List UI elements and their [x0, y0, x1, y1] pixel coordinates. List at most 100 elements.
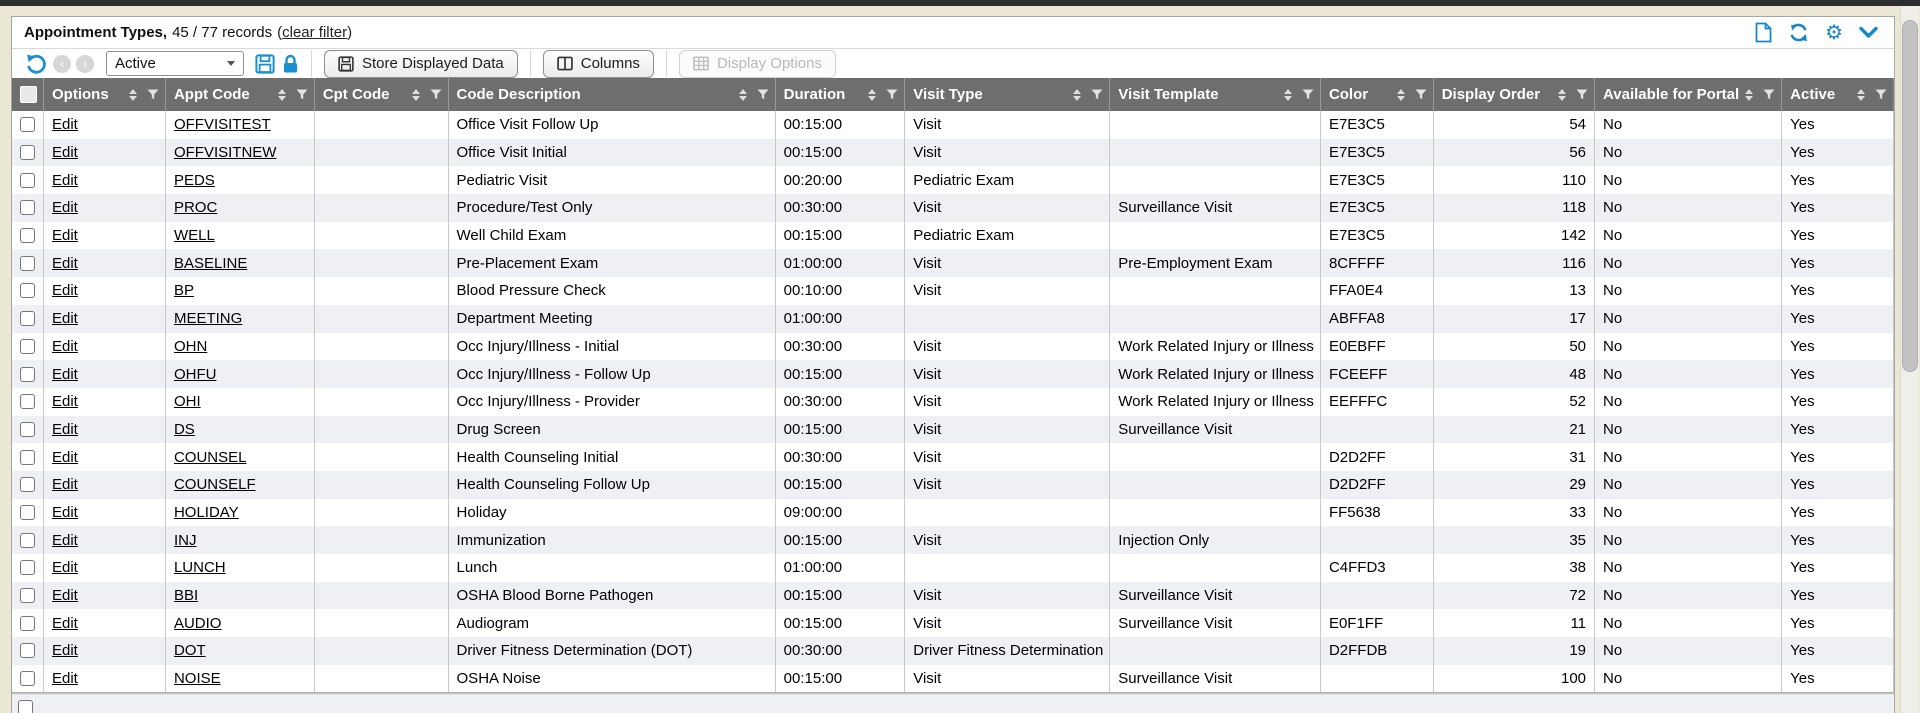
sort-icon[interactable]: [1558, 89, 1566, 101]
row-checkbox[interactable]: [20, 394, 35, 409]
row-checkbox[interactable]: [18, 700, 33, 713]
appt-code-link[interactable]: BBI: [174, 587, 198, 604]
filter-funnel-icon[interactable]: [1415, 89, 1427, 100]
edit-link[interactable]: Edit: [52, 532, 78, 549]
sort-icon[interactable]: [278, 89, 286, 101]
clear-filter-link[interactable]: clear filter: [282, 24, 347, 41]
refresh-icon[interactable]: [1788, 22, 1809, 43]
sort-icon[interactable]: [412, 89, 420, 101]
column-header-description[interactable]: Code Description: [448, 78, 775, 111]
edit-link[interactable]: Edit: [52, 144, 78, 161]
edit-link[interactable]: Edit: [52, 366, 78, 383]
row-checkbox[interactable]: [20, 450, 35, 465]
column-header-visit_type[interactable]: Visit Type: [905, 78, 1110, 111]
row-checkbox[interactable]: [20, 671, 35, 686]
sort-icon[interactable]: [1284, 89, 1292, 101]
appt-code-link[interactable]: NOISE: [174, 670, 221, 687]
filter-funnel-icon[interactable]: [757, 89, 769, 100]
appt-code-link[interactable]: DS: [174, 421, 195, 438]
appt-code-link[interactable]: BP: [174, 282, 194, 299]
filter-funnel-icon[interactable]: [1302, 89, 1314, 100]
appt-code-link[interactable]: LUNCH: [174, 559, 226, 576]
appt-code-link[interactable]: PEDS: [174, 172, 215, 189]
sort-icon[interactable]: [1857, 89, 1865, 101]
column-header-cpt_code[interactable]: Cpt Code: [314, 78, 448, 111]
sort-icon[interactable]: [1397, 89, 1405, 101]
row-checkbox[interactable]: [20, 145, 35, 160]
store-displayed-data-button[interactable]: Store Displayed Data: [324, 50, 518, 78]
sort-icon[interactable]: [1073, 89, 1081, 101]
previous-page-button[interactable]: ‹: [53, 55, 71, 73]
row-checkbox[interactable]: [20, 283, 35, 298]
appt-code-link[interactable]: PROC: [174, 199, 217, 216]
column-header-visit_template[interactable]: Visit Template: [1110, 78, 1321, 111]
edit-link[interactable]: Edit: [52, 172, 78, 189]
settings-gear-icon[interactable]: ⚙: [1825, 23, 1843, 43]
edit-link[interactable]: Edit: [52, 587, 78, 604]
appt-code-link[interactable]: OHFU: [174, 366, 217, 383]
view-filter-dropdown[interactable]: Active: [106, 51, 244, 76]
row-checkbox[interactable]: [20, 588, 35, 603]
row-checkbox[interactable]: [20, 616, 35, 631]
edit-link[interactable]: Edit: [52, 227, 78, 244]
columns-button[interactable]: Columns: [543, 50, 654, 78]
select-all-header[interactable]: [12, 78, 44, 111]
edit-link[interactable]: Edit: [52, 504, 78, 521]
edit-link[interactable]: Edit: [52, 559, 78, 576]
row-checkbox[interactable]: [20, 200, 35, 215]
sort-icon[interactable]: [1745, 89, 1753, 101]
scrollbar-thumb[interactable]: [1902, 20, 1918, 372]
row-checkbox[interactable]: [20, 339, 35, 354]
edit-link[interactable]: Edit: [52, 476, 78, 493]
edit-link[interactable]: Edit: [52, 255, 78, 272]
column-header-portal[interactable]: Available for Portal: [1595, 78, 1782, 111]
filter-funnel-icon[interactable]: [886, 89, 898, 100]
row-checkbox[interactable]: [20, 311, 35, 326]
sort-icon[interactable]: [739, 89, 747, 101]
filter-funnel-icon[interactable]: [1576, 89, 1588, 100]
sort-icon[interactable]: [868, 89, 876, 101]
appt-code-link[interactable]: HOLIDAY: [174, 504, 239, 521]
vertical-scrollbar[interactable]: [1900, 6, 1919, 713]
edit-link[interactable]: Edit: [52, 393, 78, 410]
row-checkbox[interactable]: [20, 477, 35, 492]
appt-code-link[interactable]: COUNSELF: [174, 476, 256, 493]
appt-code-link[interactable]: OFFVISITEST: [174, 116, 271, 133]
edit-link[interactable]: Edit: [52, 310, 78, 327]
column-header-display_order[interactable]: Display Order: [1433, 78, 1594, 111]
filter-funnel-icon[interactable]: [296, 89, 308, 100]
appt-code-link[interactable]: AUDIO: [174, 615, 222, 632]
appt-code-link[interactable]: OHI: [174, 393, 201, 410]
filter-funnel-icon[interactable]: [1091, 89, 1103, 100]
column-header-color[interactable]: Color: [1320, 78, 1433, 111]
filter-funnel-icon[interactable]: [430, 89, 442, 100]
filter-funnel-icon[interactable]: [147, 89, 159, 100]
row-checkbox[interactable]: [20, 228, 35, 243]
column-header-options[interactable]: Options: [44, 78, 166, 111]
row-checkbox[interactable]: [20, 367, 35, 382]
row-checkbox[interactable]: [20, 505, 35, 520]
row-checkbox[interactable]: [20, 533, 35, 548]
appt-code-link[interactable]: INJ: [174, 532, 197, 549]
lock-view-icon[interactable]: [282, 54, 299, 74]
filter-funnel-icon[interactable]: [1763, 89, 1775, 100]
filter-funnel-icon[interactable]: [1875, 89, 1887, 100]
appt-code-link[interactable]: COUNSEL: [174, 449, 247, 466]
row-checkbox[interactable]: [20, 173, 35, 188]
column-header-appt_code[interactable]: Appt Code: [165, 78, 314, 111]
appt-code-link[interactable]: BASELINE: [174, 255, 247, 272]
edit-link[interactable]: Edit: [52, 421, 78, 438]
next-page-button[interactable]: ›: [76, 55, 94, 73]
appt-code-link[interactable]: WELL: [174, 227, 215, 244]
appt-code-link[interactable]: MEETING: [174, 310, 242, 327]
row-checkbox[interactable]: [20, 560, 35, 575]
save-view-icon[interactable]: [255, 54, 275, 74]
edit-link[interactable]: Edit: [52, 199, 78, 216]
select-all-checkbox[interactable]: [20, 86, 37, 103]
edit-link[interactable]: Edit: [52, 338, 78, 355]
edit-link[interactable]: Edit: [52, 282, 78, 299]
edit-link[interactable]: Edit: [52, 116, 78, 133]
appt-code-link[interactable]: DOT: [174, 642, 206, 659]
expand-more-icon[interactable]: [1859, 26, 1878, 39]
edit-link[interactable]: Edit: [52, 670, 78, 687]
